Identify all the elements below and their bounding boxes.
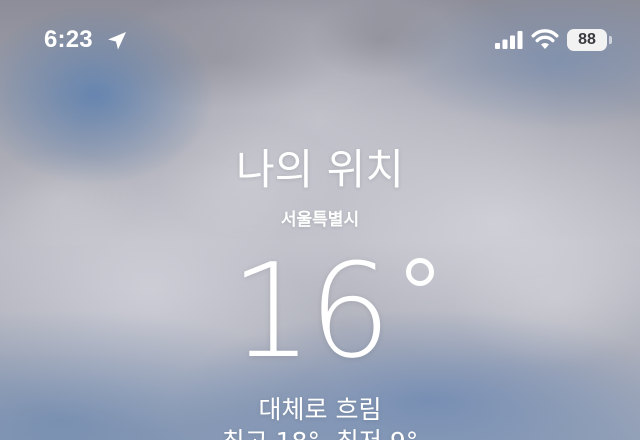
temperature-value: 16 [230, 235, 391, 387]
current-temperature: 16 [222, 236, 462, 386]
weather-condition: 대체로 흐림 [258, 395, 382, 424]
location-arrow-icon [108, 32, 126, 50]
status-bar: 6:23 88 [0, 0, 640, 80]
degree-symbol [406, 258, 434, 286]
status-time: 6:23 [44, 26, 93, 53]
city-name: 서울특별시 [280, 210, 360, 230]
battery-indicator: 88 [567, 29, 607, 51]
location-title: 나의 위치 [236, 145, 404, 194]
cellular-signal-icon [495, 31, 523, 49]
high-temperature: 최고 18° [222, 427, 320, 440]
battery-cap [609, 36, 612, 44]
wifi-icon [531, 29, 559, 49]
low-temperature: 최저 9° [336, 427, 418, 440]
weather-screen: 6:23 88 나의 위치 서울특별시 16 대체로 흐림 최고 18° 최저 … [0, 0, 640, 440]
high-low-temperatures: 최고 18° 최저 9° [0, 426, 640, 440]
